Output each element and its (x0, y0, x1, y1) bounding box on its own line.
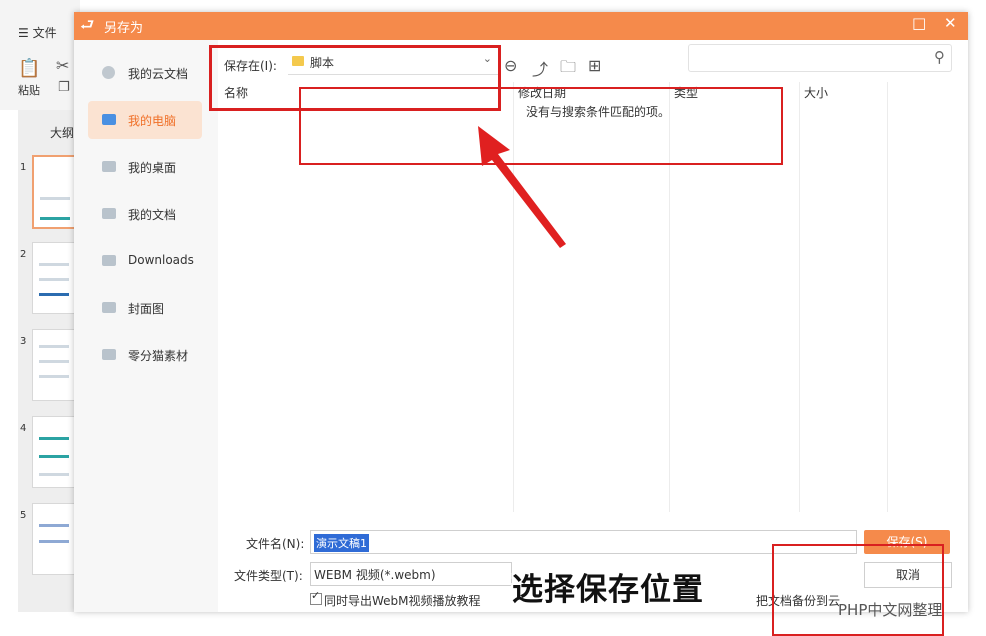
folder-icon (102, 302, 116, 313)
sidebar-item-my-documents[interactable]: 我的文档 (88, 195, 202, 233)
slide-thumbnail-3[interactable] (32, 329, 76, 401)
paste-label[interactable]: 粘贴 (18, 82, 40, 98)
computer-icon (102, 114, 116, 125)
dialog-title: 另存为 (104, 21, 144, 36)
sidebar-item-label: 我的云文档 (128, 67, 189, 81)
video-caption: 选择保存位置 (512, 572, 704, 608)
arrow-shape (478, 126, 566, 248)
copy-icon[interactable]: ❐ (58, 80, 70, 95)
watermark: PHP中文网整理 (838, 601, 943, 619)
folder-icon (102, 255, 116, 266)
slide-thumbnail-5[interactable] (32, 503, 76, 575)
folder-icon (102, 208, 116, 219)
maximize-icon[interactable]: □ (912, 14, 926, 32)
slide-number: 3 (20, 336, 27, 347)
sidebar-item-desktop[interactable]: 我的桌面 (88, 148, 202, 186)
sidebar-item-label: Downloads (128, 253, 194, 267)
file-menu[interactable]: ☰ 文件 (18, 24, 57, 41)
slide-thumbnail-4[interactable] (32, 416, 76, 488)
check-icon: ✓ (311, 589, 321, 602)
filetype-value: WEBM 视频(*.webm) (314, 568, 436, 582)
filetype-dropdown[interactable]: WEBM 视频(*.webm) (310, 562, 512, 586)
desktop-icon (102, 161, 116, 172)
slide-thumbnail-2[interactable] (32, 242, 76, 314)
column-header-size[interactable]: 大小 (804, 84, 828, 101)
up-folder-icon[interactable]: ⤴ (532, 56, 548, 80)
sidebar-item-cloud-docs[interactable]: 我的云文档 (88, 54, 202, 92)
slide-number: 1 (20, 162, 27, 173)
filename-label: 文件名(N): (246, 537, 305, 551)
slide-thumbnail-1[interactable] (32, 155, 78, 229)
new-folder-icon[interactable]: 🗀 (560, 56, 576, 83)
save-as-icon: ⮐ (80, 15, 95, 34)
slide-number: 4 (20, 423, 27, 434)
folder-icon (102, 349, 116, 360)
sidebar-item-label: 我的桌面 (128, 161, 177, 175)
export-checkbox-label[interactable]: 同时导出WebM视频播放教程 (324, 592, 481, 609)
outline-tab[interactable]: 大纲 (50, 124, 74, 141)
sidebar-item-downloads[interactable]: Downloads (88, 242, 202, 280)
column-divider (887, 82, 888, 512)
annotation-arrow (478, 126, 566, 248)
search-input[interactable]: ⚲ (688, 44, 952, 72)
dialog-titlebar[interactable] (74, 12, 968, 40)
paste-icon[interactable]: 📋 (18, 58, 40, 79)
column-divider (799, 82, 800, 512)
sidebar-item-my-computer[interactable]: 我的电脑 (88, 101, 202, 139)
sidebar-item-label: 我的文档 (128, 208, 177, 222)
slide-number: 2 (20, 249, 27, 260)
sidebar-item-cover[interactable]: 封面图 (88, 289, 202, 327)
filename-value: 演示文稿1 (314, 534, 369, 552)
filetype-label: 文件类型(T): (234, 569, 303, 583)
annotation-highlight-buttons (772, 544, 944, 636)
cut-icon[interactable]: ✂ (56, 56, 69, 75)
back-icon[interactable]: ⊖ (504, 56, 517, 75)
sidebar-item-materials[interactable]: 零分猫素材 (88, 336, 202, 374)
close-icon[interactable]: ✕ (944, 14, 957, 32)
sidebar-item-label: 封面图 (128, 302, 165, 316)
slide-number: 5 (20, 510, 27, 521)
sidebar-item-label: 零分猫素材 (128, 349, 189, 363)
view-options-icon[interactable]: ⊞ (588, 56, 601, 75)
search-icon[interactable]: ⚲ (934, 48, 945, 66)
sidebar-item-label: 我的电脑 (128, 114, 177, 128)
cloud-icon (102, 66, 115, 79)
